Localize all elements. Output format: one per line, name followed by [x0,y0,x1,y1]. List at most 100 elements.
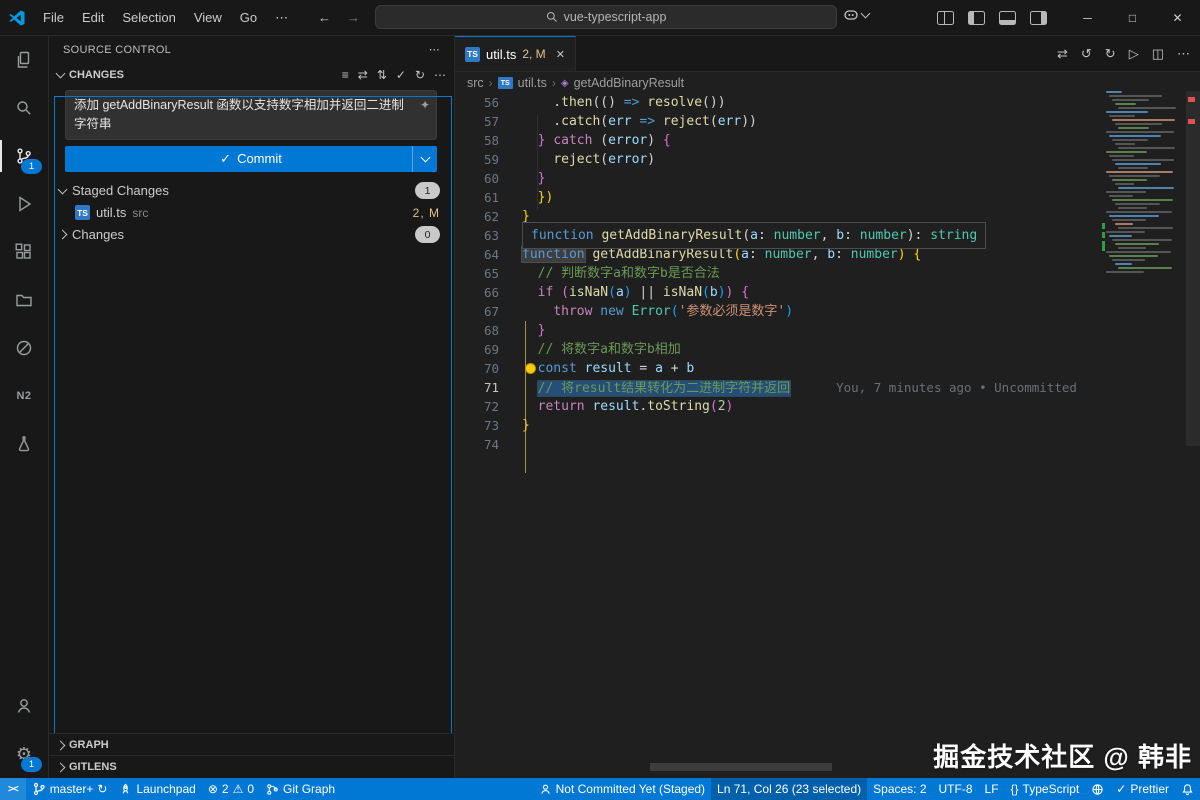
menu-view[interactable]: View [185,0,231,35]
forward-icon[interactable]: → [347,10,360,25]
close-tab-icon[interactable]: ✕ [556,48,565,61]
graph-section-header[interactable]: GRAPH [49,733,454,756]
line-number[interactable]: 67 [455,302,499,321]
line-number[interactable]: 73 [455,416,499,435]
code-line[interactable]: 56 .then(() => resolve()) [455,93,1200,112]
line-number[interactable]: 66 [455,283,499,302]
changes-section-header[interactable]: CHANGES ≡ ⇄ ⇅ ✓ ↻ ⋯ [49,63,454,86]
breadcrumb-src[interactable]: src [467,76,484,90]
search-sidebar-icon[interactable] [0,84,48,132]
line-number[interactable]: 56 [455,93,499,112]
code-line[interactable]: 58 } catch (error) { [455,131,1200,150]
line-number[interactable]: 74 [455,435,499,454]
code-line[interactable]: 67 throw new Error('参数必须是数字') [455,302,1200,321]
settings-gear-icon[interactable]: ⚙ 1 [0,730,48,778]
code-line[interactable]: 72 return result.toString(2) [455,397,1200,416]
gitlens-section-header[interactable]: GITLENS [49,755,454,778]
n2-extension-icon[interactable]: N2 [0,372,48,420]
browser-preview-item[interactable] [1085,778,1110,800]
line-number[interactable]: 71 [455,378,499,397]
breadcrumb-file[interactable]: util.ts [518,76,547,90]
folder-icon[interactable] [0,276,48,324]
code-line[interactable]: 73} [455,416,1200,435]
menu-selection[interactable]: Selection [113,0,184,35]
code-line[interactable]: 71 // 将result结果转化为二进制字符并返回You, 7 minutes… [455,378,1200,397]
line-number[interactable]: 64 [455,245,499,264]
flask-icon[interactable] [0,420,48,468]
encoding-item[interactable]: UTF-8 [933,778,979,800]
line-number[interactable]: 69 [455,340,499,359]
previous-change-icon[interactable]: ↺ [1081,46,1092,62]
close-window-button[interactable]: ✕ [1155,0,1200,35]
line-number[interactable]: 61 [455,188,499,207]
toggle-secondary-sidebar-icon[interactable] [1030,11,1047,25]
breadcrumb-symbol[interactable]: getAddBinaryResult [574,76,684,90]
blame-status-item[interactable]: Not Committed Yet (Staged) [533,778,711,800]
horizontal-scrollbar[interactable] [650,763,832,771]
line-number[interactable]: 68 [455,321,499,340]
commit-dropdown[interactable] [412,146,437,172]
more-menu-icon[interactable]: ⋯ [266,0,297,35]
indentation-item[interactable]: Spaces: 2 [867,778,932,800]
prettier-item[interactable]: ✓ Prettier [1110,778,1175,800]
line-number[interactable]: 59 [455,150,499,169]
menu-edit[interactable]: Edit [73,0,113,35]
minimap[interactable] [1102,91,1188,306]
refresh-icon[interactable]: ↻ [415,68,425,82]
vertical-scrollbar[interactable] [1186,91,1200,446]
code-line[interactable]: 66 if (isNaN(a) || isNaN(b)) { [455,283,1200,302]
run-debug-icon[interactable] [0,180,48,228]
next-change-icon[interactable]: ↻ [1105,46,1116,62]
code-line[interactable]: 74 [455,435,1200,454]
compare-changes-icon[interactable]: ⇄ [1057,46,1068,62]
menu-go[interactable]: Go [231,0,266,35]
eol-item[interactable]: LF [979,778,1005,800]
menu-file[interactable]: File [34,0,73,35]
line-number[interactable]: 60 [455,169,499,188]
split-editor-icon[interactable]: ◫ [1152,46,1164,62]
customize-layout-icon[interactable] [937,11,954,25]
code-line[interactable]: 60 } [455,169,1200,188]
line-number[interactable]: 58 [455,131,499,150]
problems-item[interactable]: ⊗ 2 ⚠ 0 [202,778,260,800]
line-number[interactable]: 62 [455,207,499,226]
view-as-list-icon[interactable]: ≡ [342,68,349,82]
line-number[interactable]: 70 [455,359,499,378]
generate-commit-message-icon[interactable]: ✦ [420,96,430,114]
lightbulb-icon[interactable] [525,363,536,374]
copilot-menu[interactable] [843,7,869,23]
staged-file-row[interactable]: TS util.ts src 2, M [49,202,454,224]
commit-check-icon[interactable]: ✓ [396,68,406,82]
compare-icon[interactable]: ⇄ [358,68,368,82]
code-line[interactable]: 57 .catch(err => reject(err)) [455,112,1200,131]
code-line[interactable]: 69 // 将数字a和数字b相加 [455,340,1200,359]
account-icon[interactable] [0,682,48,730]
sidebar-more-icon[interactable]: ⋯ [429,43,440,56]
extensions-icon[interactable] [0,228,48,276]
git-graph-item[interactable]: Git Graph [260,778,341,800]
code-area[interactable]: 56 .then(() => resolve())57 .catch(err =… [455,93,1200,778]
remote-indicator[interactable]: >< [0,778,26,800]
stage-all-icon[interactable]: ⇅ [377,68,387,82]
branch-status-item[interactable]: master+ ↻ [26,778,114,800]
line-number[interactable]: 72 [455,397,499,416]
toggle-panel-icon[interactable] [999,11,1016,25]
explorer-icon[interactable] [0,36,48,84]
minimize-button[interactable]: ─ [1065,0,1110,35]
code-line[interactable]: 61 }) [455,188,1200,207]
code-line[interactable]: 65 // 判断数字a和数字b是否合法 [455,264,1200,283]
language-mode-item[interactable]: {} TypeScript [1005,778,1086,800]
run-file-icon[interactable]: ▷ [1129,46,1139,62]
line-number[interactable]: 63 [455,226,499,245]
editor-more-actions-icon[interactable]: ⋯ [1177,46,1190,62]
code-line[interactable]: 68 } [455,321,1200,340]
line-number[interactable]: 65 [455,264,499,283]
toggle-primary-sidebar-icon[interactable] [968,11,985,25]
cursor-position-item[interactable]: Ln 71, Col 26 (23 selected) [711,778,867,800]
line-number[interactable]: 57 [455,112,499,131]
back-icon[interactable]: ← [318,10,331,25]
commit-message-input[interactable]: 添加 getAddBinaryResult 函数以支持数字相加并返回二进制字符串… [65,90,437,140]
launchpad-item[interactable]: Launchpad [113,778,201,800]
notifications-item[interactable] [1175,778,1200,800]
staged-changes-row[interactable]: Staged Changes 1 [49,180,454,202]
